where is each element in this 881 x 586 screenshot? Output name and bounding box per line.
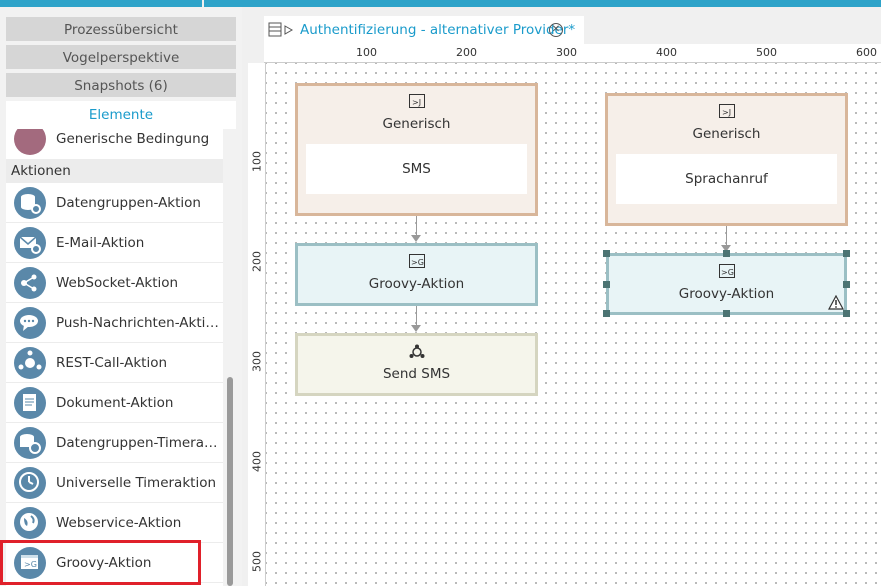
chat-bubble-gear-icon — [14, 307, 46, 339]
ruler-x-label: 300 — [556, 46, 577, 59]
palette-item-email-aktion[interactable]: E-Mail-Aktion — [6, 223, 223, 263]
nodes-triangle-icon — [409, 344, 424, 358]
palette-item-label: Webservice-Aktion — [56, 515, 182, 531]
node-title: Groovy-Aktion — [368, 276, 465, 292]
node-body: Sprachanruf — [616, 154, 837, 204]
category-header-aktionen: Aktionen — [6, 159, 223, 183]
email-gear-icon — [14, 227, 46, 259]
palette-item-label: Generische Bedingung — [56, 131, 210, 147]
palette-item-datengruppen-aktion[interactable]: Datengruppen-Aktion — [6, 183, 223, 223]
connector-arrow — [411, 325, 421, 332]
connector-line — [416, 216, 417, 236]
node-groovy-aktion-1[interactable]: >G Groovy-Aktion — [295, 243, 538, 306]
node-title: Generisch — [692, 126, 761, 142]
palette-item-label: REST-Call-Aktion — [56, 355, 168, 371]
groovy-script-icon: >G — [718, 264, 735, 278]
palette-item-label: Datengruppen-Aktion — [56, 195, 201, 211]
process-model-icon — [268, 22, 294, 37]
palette-item-websocket-aktion[interactable]: WebSocket-Aktion — [6, 263, 223, 303]
palette-item-label: Dokument-Aktion — [56, 395, 174, 411]
connector-arrow — [411, 235, 421, 242]
database-timer-icon — [14, 427, 46, 459]
svg-text:>G: >G — [411, 258, 424, 267]
palette-item-webservice-aktion[interactable]: Webservice-Aktion — [6, 503, 223, 543]
resize-handle[interactable] — [843, 310, 850, 317]
horizontal-ruler: 100 200 300 400 500 600 — [264, 44, 881, 63]
highlight-box — [0, 540, 201, 585]
palette-item-label: Push-Nachrichten-Aktion — [56, 315, 221, 331]
resize-handle[interactable] — [843, 250, 850, 257]
script-icon: >J — [718, 104, 735, 118]
clock-gear-icon — [14, 467, 46, 499]
process-canvas[interactable]: >J Generisch SMS >G Groovy-Aktion Send S… — [266, 63, 881, 586]
resize-handle[interactable] — [603, 250, 610, 257]
node-send-sms[interactable]: Send SMS — [295, 333, 538, 396]
node-title: Send SMS — [382, 366, 451, 382]
palette-scrollbar[interactable] — [227, 377, 233, 586]
palette-item-rest-call-aktion[interactable]: REST-Call-Aktion — [6, 343, 223, 383]
connector-line — [416, 306, 417, 326]
svg-text:>G: >G — [721, 268, 734, 277]
ruler-x-label: 400 — [656, 46, 677, 59]
accordion-elemente[interactable]: Elemente — [6, 101, 236, 129]
close-tab-icon[interactable]: ✕ — [549, 23, 563, 37]
palette-item-dokument-aktion[interactable]: Dokument-Aktion — [6, 383, 223, 423]
warning-icon — [828, 295, 844, 310]
node-title: Groovy-Aktion — [678, 286, 775, 302]
accordion-snapshots[interactable]: Snapshots (6) — [6, 73, 236, 99]
vertical-ruler: 100 200 300 400 500 — [248, 63, 266, 586]
ruler-x-label: 200 — [456, 46, 477, 59]
ruler-y-label: 300 — [250, 351, 264, 372]
node-title: Generisch — [382, 116, 451, 132]
palette-item-universelle-timeraktion[interactable]: Universelle Timeraktion — [6, 463, 223, 503]
element-palette: Generische Bedingung Aktionen Datengrupp… — [6, 129, 223, 586]
resize-handle[interactable] — [843, 281, 850, 288]
svg-text:>J: >J — [722, 108, 731, 117]
ruler-x-label: 500 — [756, 46, 777, 59]
palette-item-generische-bedingung[interactable]: Generische Bedingung — [6, 129, 223, 159]
palette-item-label: Universelle Timeraktion — [56, 475, 217, 491]
script-icon: >J — [408, 94, 425, 108]
tab-process-editor[interactable]: Authentifizierung - alternativer Provide… — [264, 16, 584, 44]
top-accent-bar — [0, 0, 881, 7]
ruler-y-label: 100 — [250, 151, 264, 172]
node-generisch-sms[interactable]: >J Generisch SMS — [295, 83, 538, 216]
resize-handle[interactable] — [603, 310, 610, 317]
palette-item-push-nachrichten-aktion[interactable]: Push-Nachrichten-Aktion — [6, 303, 223, 343]
ruler-y-label: 200 — [250, 251, 264, 272]
node-groovy-aktion-2[interactable]: >G Groovy-Aktion — [606, 253, 847, 315]
node-body: SMS — [306, 144, 527, 194]
palette-item-label: E-Mail-Aktion — [56, 235, 145, 251]
network-gear-icon — [14, 347, 46, 379]
resize-handle[interactable] — [723, 250, 730, 257]
left-panel: Prozessübersicht Vogelperspektive Snapsh… — [0, 7, 242, 586]
ruler-x-label: 600 — [856, 46, 877, 59]
document-gear-icon — [14, 387, 46, 419]
svg-text:>J: >J — [412, 98, 421, 107]
accordion-prozessuebersicht[interactable]: Prozessübersicht — [6, 17, 236, 43]
database-gear-icon — [14, 187, 46, 219]
ruler-y-label: 400 — [250, 451, 264, 472]
globe-gear-icon — [14, 507, 46, 539]
groovy-script-icon: >G — [408, 254, 425, 268]
resize-handle[interactable] — [723, 310, 730, 317]
condition-icon — [14, 129, 46, 155]
tab-title: Authentifizierung - alternativer Provide… — [300, 22, 576, 38]
palette-item-datengruppen-timeraktion[interactable]: Datengruppen-Timeraktion — [6, 423, 223, 463]
node-generisch-sprachanruf[interactable]: >J Generisch Sprachanruf — [605, 93, 848, 226]
accordion-vogelperspektive[interactable]: Vogelperspektive — [6, 45, 236, 71]
resize-handle[interactable] — [603, 281, 610, 288]
connector-line — [726, 226, 727, 246]
palette-item-label: WebSocket-Aktion — [56, 275, 179, 291]
ruler-x-label: 100 — [356, 46, 377, 59]
ruler-y-label: 500 — [250, 551, 264, 572]
palette-item-label: Datengruppen-Timeraktion — [56, 435, 221, 451]
websocket-gear-icon — [14, 267, 46, 299]
